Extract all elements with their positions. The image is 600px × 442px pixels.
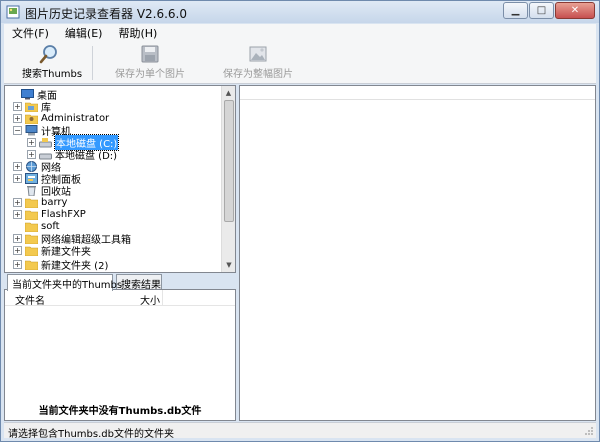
app-window: 图片历史记录查看器 V2.6.6.0 ▁ □ ✕ 文件(F) 编辑(E) 帮助(… bbox=[0, 0, 600, 442]
scrollbar-thumb[interactable] bbox=[224, 100, 234, 222]
save-whole-image-button[interactable]: 保存为整幅图片 bbox=[222, 44, 294, 82]
column-header-filename[interactable]: 文件名 bbox=[15, 292, 45, 307]
maximize-icon: □ bbox=[536, 5, 547, 16]
folder-icon bbox=[25, 260, 38, 270]
save-single-image-label: 保存为单个图片 bbox=[115, 69, 185, 80]
window-title: 图片历史记录查看器 V2.6.6.0 bbox=[25, 7, 188, 21]
network-icon bbox=[26, 160, 37, 172]
toolbar: 搜索Thumbs 保存为单个图片 保存为整幅图片 bbox=[4, 42, 596, 84]
tree-item-label: 新建文件夹 (2) bbox=[41, 260, 109, 272]
search-thumbs-label: 搜索Thumbs bbox=[22, 69, 83, 80]
expand-icon[interactable]: + bbox=[13, 233, 22, 243]
recycle-bin-icon bbox=[27, 185, 36, 196]
control-panel-icon bbox=[25, 172, 38, 184]
close-icon: ✕ bbox=[570, 5, 580, 16]
tree-item-label: 本地磁盘 (D:) bbox=[55, 150, 118, 162]
folder-tree[interactable]: 桌面 + 库 + Administrator − 计算机 + 本地磁盘 (C:)… bbox=[4, 85, 236, 273]
picture-save-icon bbox=[249, 46, 267, 62]
scroll-down-icon[interactable]: ▼ bbox=[222, 258, 235, 272]
expand-icon[interactable]: + bbox=[13, 245, 22, 255]
tree-scrollbar[interactable]: ▲ ▼ bbox=[221, 86, 235, 272]
tree-item-new-folder[interactable]: + 新建文件夹 bbox=[13, 244, 91, 258]
collapse-icon[interactable]: − bbox=[13, 125, 22, 135]
maximize-button[interactable]: □ bbox=[529, 2, 554, 19]
folder-icon bbox=[25, 222, 38, 232]
user-folder-icon bbox=[25, 114, 38, 124]
computer-icon bbox=[25, 124, 38, 135]
tab-current-folder-thumbs[interactable]: 当前文件夹中的Thumbs bbox=[7, 274, 122, 291]
menu-bar: 文件(F) 编辑(E) 帮助(H) bbox=[4, 24, 596, 42]
expand-icon[interactable]: + bbox=[13, 197, 22, 207]
minimize-button[interactable]: ▁ bbox=[503, 2, 528, 19]
minimize-icon: ▁ bbox=[511, 5, 520, 16]
expand-icon[interactable]: + bbox=[27, 137, 36, 147]
expand-icon[interactable]: + bbox=[13, 161, 22, 171]
tree-item-label: FlashFXP bbox=[41, 208, 86, 220]
menu-file[interactable]: 文件(F) bbox=[4, 25, 57, 41]
tree-item-barry[interactable]: + barry bbox=[13, 196, 67, 208]
folder-icon bbox=[25, 234, 38, 244]
thumbs-file-list[interactable]: 文件名 大小 当前文件夹中没有Thumbs.db文件 bbox=[4, 289, 236, 421]
menu-help[interactable]: 帮助(H) bbox=[110, 25, 165, 41]
tab-search-results[interactable]: 搜索结果 bbox=[116, 274, 162, 291]
tree-item-label: barry bbox=[41, 196, 68, 208]
thumbnail-preview-panel[interactable] bbox=[239, 85, 596, 421]
resize-grip-icon[interactable] bbox=[584, 426, 594, 436]
save-single-image-button[interactable]: 保存为单个图片 bbox=[114, 44, 186, 82]
column-divider[interactable] bbox=[162, 290, 163, 306]
expand-icon[interactable]: + bbox=[13, 101, 22, 111]
toolbar-separator bbox=[92, 46, 93, 80]
scroll-up-icon[interactable]: ▲ bbox=[222, 86, 235, 100]
folder-icon bbox=[25, 198, 38, 208]
tree-item-new-folder-2[interactable]: + 新建文件夹 (2) bbox=[13, 258, 109, 272]
status-text: 请选择包含Thumbs.db文件的文件夹 bbox=[8, 429, 174, 440]
tree-item-label: 新建文件夹 bbox=[41, 246, 91, 258]
caption-buttons: ▁ □ ✕ bbox=[502, 2, 595, 19]
tree-expander bbox=[9, 90, 18, 99]
tree-item-library[interactable]: + 库 bbox=[13, 100, 51, 114]
save-icon bbox=[141, 45, 159, 63]
folder-icon bbox=[25, 246, 38, 256]
tree-item-recycle-bin[interactable]: 回收站 bbox=[13, 184, 71, 198]
expand-icon[interactable]: + bbox=[27, 149, 36, 159]
close-button[interactable]: ✕ bbox=[555, 2, 595, 19]
expand-icon[interactable]: + bbox=[13, 259, 22, 269]
expand-icon[interactable]: + bbox=[13, 113, 22, 123]
expand-icon[interactable]: + bbox=[13, 209, 22, 219]
tree-expander bbox=[13, 186, 22, 195]
folder-icon bbox=[25, 210, 38, 220]
desktop-icon bbox=[21, 88, 34, 99]
empty-list-message: 当前文件夹中没有Thumbs.db文件 bbox=[38, 406, 202, 417]
library-icon bbox=[25, 102, 38, 112]
save-whole-image-label: 保存为整幅图片 bbox=[223, 69, 293, 80]
title-bar[interactable]: 图片历史记录查看器 V2.6.6.0 ▁ □ ✕ bbox=[1, 1, 599, 23]
app-icon bbox=[6, 5, 20, 19]
expand-icon[interactable]: + bbox=[13, 173, 22, 183]
tree-expander bbox=[13, 222, 22, 231]
tree-item-flashfxp[interactable]: + FlashFXP bbox=[13, 208, 86, 220]
search-thumbs-button[interactable]: 搜索Thumbs bbox=[22, 44, 83, 82]
menu-edit[interactable]: 编辑(E) bbox=[57, 25, 111, 41]
result-tabs: 当前文件夹中的Thumbs 搜索结果 bbox=[4, 274, 236, 291]
magnifier-icon bbox=[39, 45, 57, 64]
drive-icon bbox=[39, 137, 52, 147]
preview-header bbox=[240, 86, 595, 100]
column-header-size[interactable]: 大小 bbox=[140, 292, 160, 307]
list-header: 文件名 大小 bbox=[5, 290, 235, 307]
status-bar: 请选择包含Thumbs.db文件的文件夹 bbox=[4, 422, 596, 440]
